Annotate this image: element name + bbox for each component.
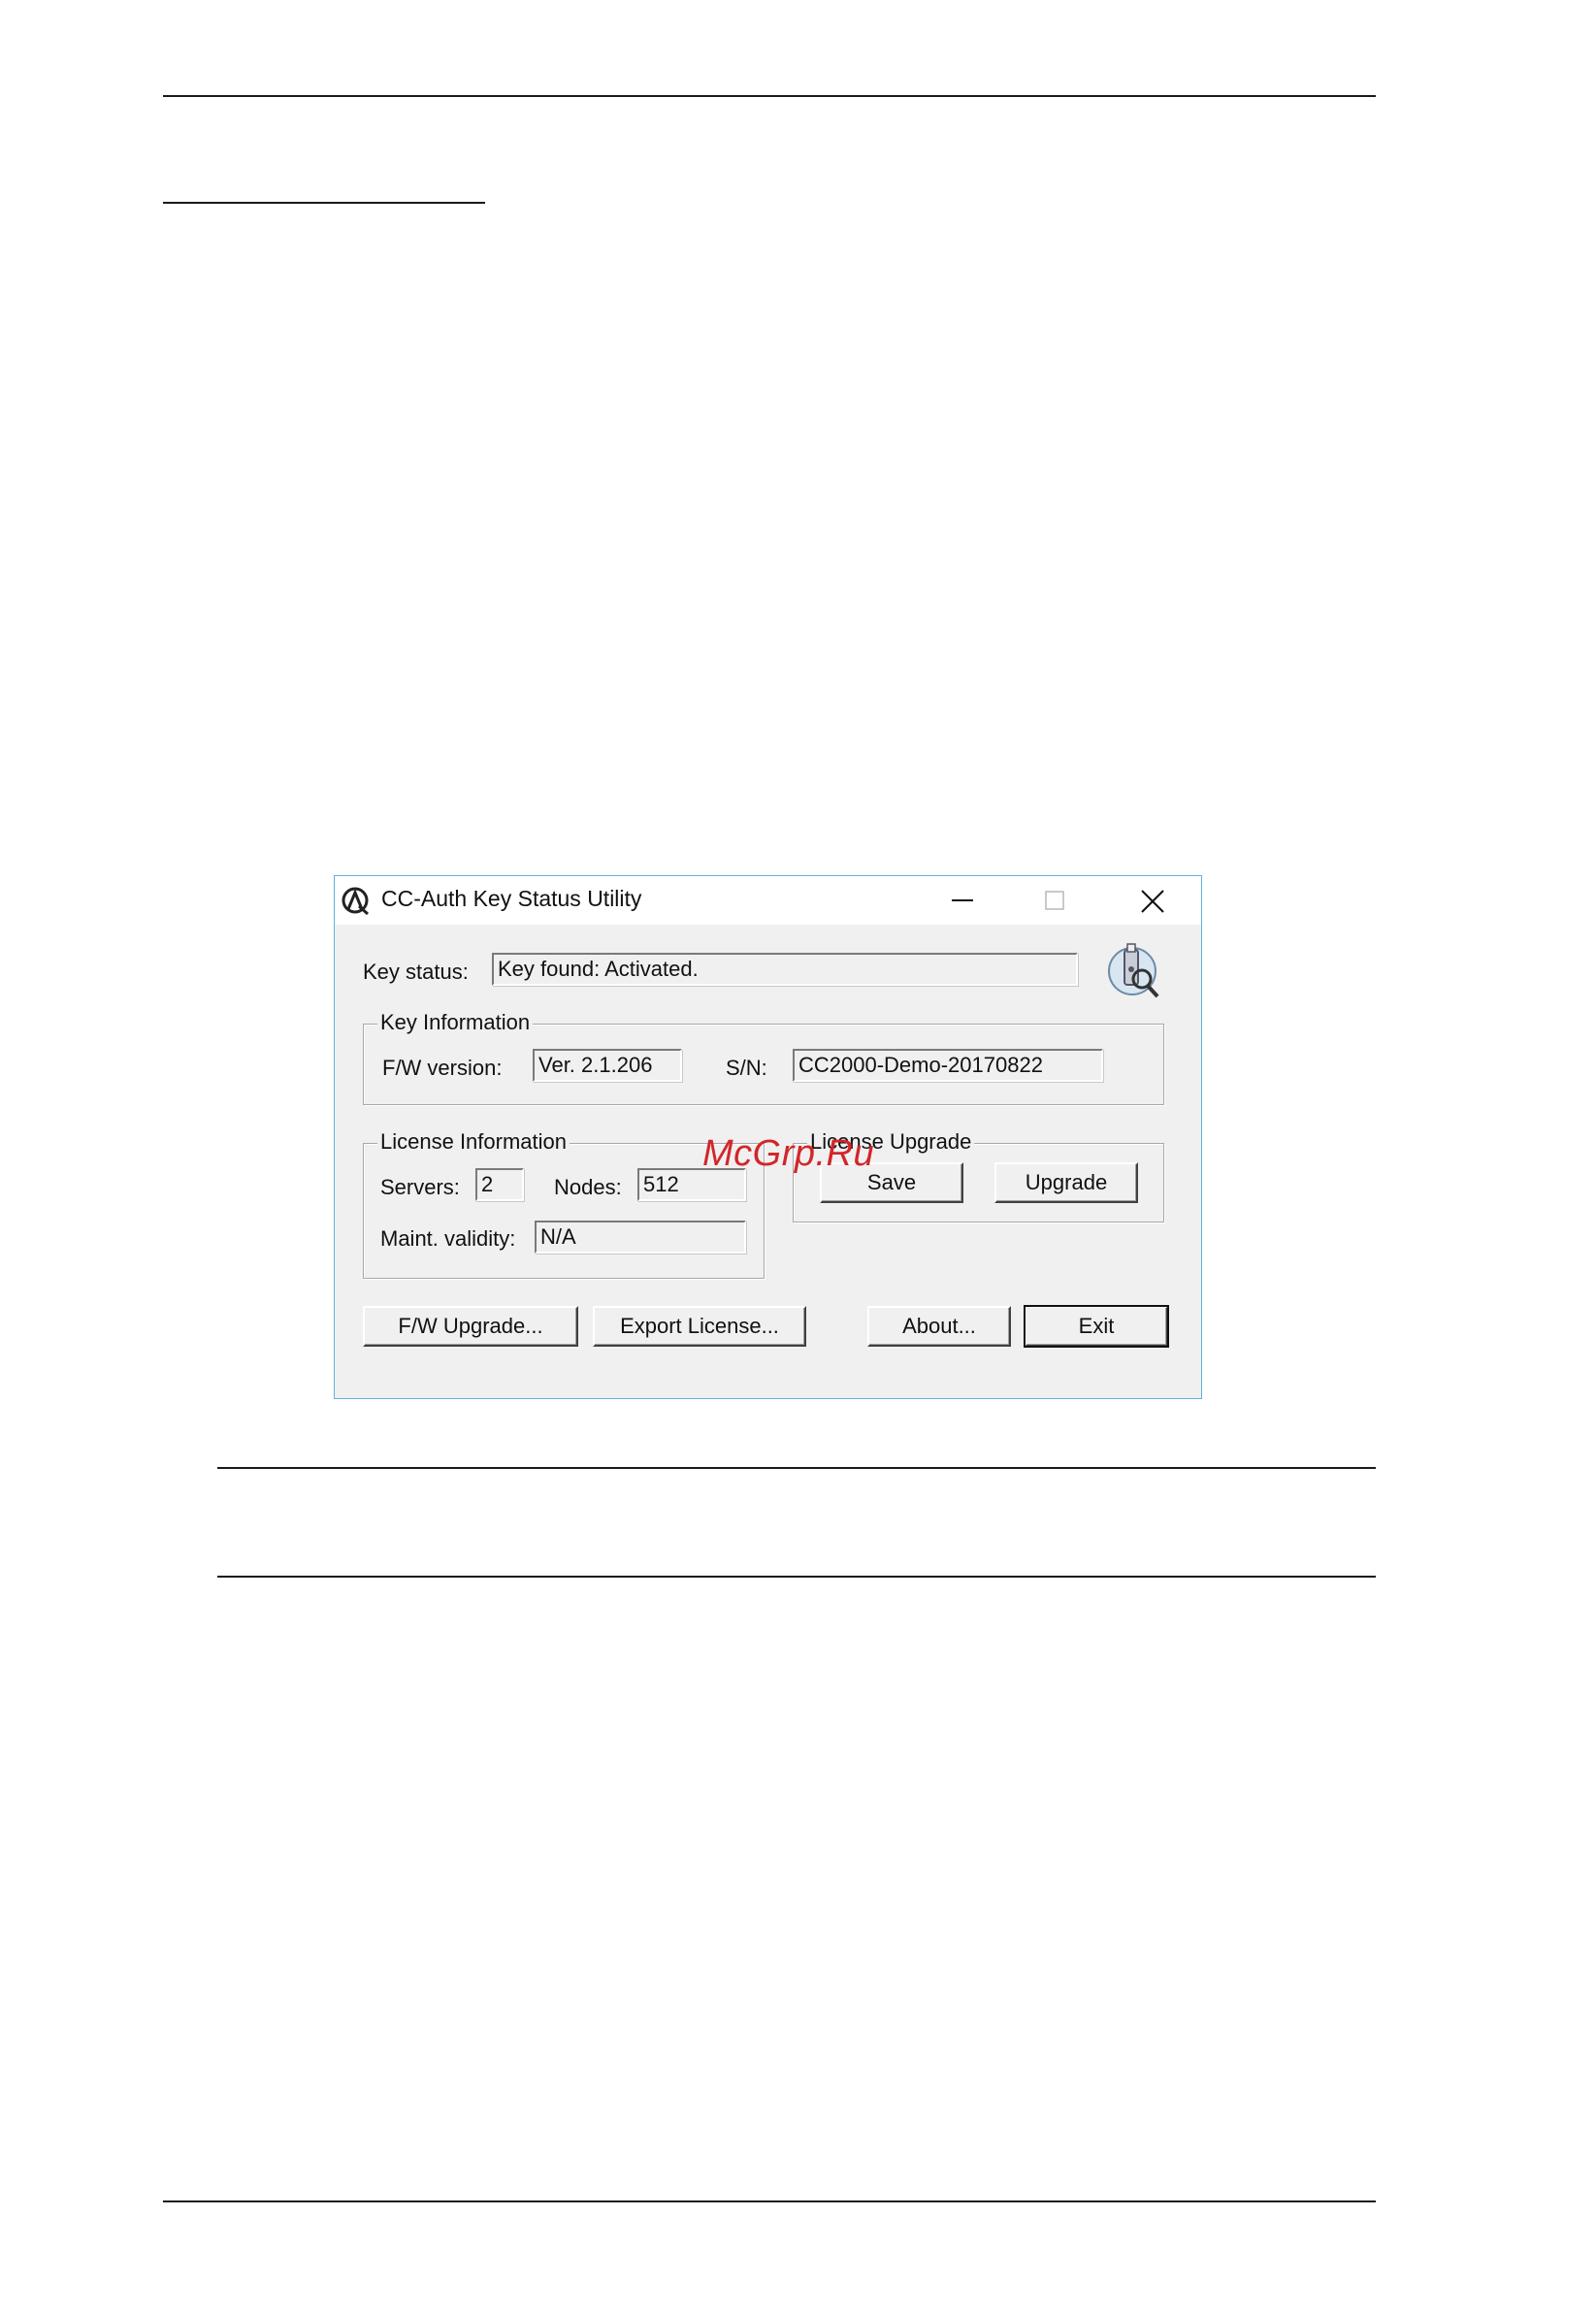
key-status-field: Key found: Activated.: [492, 953, 1078, 986]
close-button[interactable]: [1119, 876, 1187, 925]
fw-version-label: F/W version:: [382, 1056, 503, 1080]
fw-upgrade-button[interactable]: F/W Upgrade...: [363, 1306, 578, 1347]
maximize-button[interactable]: [1021, 876, 1089, 925]
note-rule-top: [217, 1467, 1376, 1469]
minimize-button[interactable]: [928, 876, 996, 925]
exit-button[interactable]: Exit: [1024, 1305, 1169, 1348]
upgrade-button[interactable]: Upgrade: [994, 1162, 1138, 1203]
nodes-label: Nodes:: [554, 1175, 622, 1199]
watermark-text: McGrp.Ru: [702, 1133, 875, 1174]
key-status-label: Key status:: [363, 960, 469, 984]
window-title: CC-Auth Key Status Utility: [381, 886, 642, 911]
footer-rule: [163, 2200, 1376, 2202]
fw-version-field: Ver. 2.1.206: [533, 1049, 682, 1082]
app-logo-icon: [342, 887, 369, 916]
serial-number-field: CC2000-Demo-20170822: [793, 1049, 1103, 1082]
close-icon: [1141, 890, 1164, 913]
about-button[interactable]: About...: [867, 1306, 1011, 1347]
export-license-button[interactable]: Export License...: [593, 1306, 806, 1347]
license-information-title: License Information: [377, 1129, 570, 1155]
usb-key-search-icon: [1108, 943, 1159, 998]
section-heading-underline: [163, 202, 485, 204]
minimize-icon: [952, 899, 973, 901]
servers-label: Servers:: [380, 1175, 460, 1199]
maint-validity-field: N/A: [535, 1221, 746, 1254]
key-information-title: Key Information: [377, 1010, 534, 1035]
servers-field: 2: [475, 1168, 524, 1201]
title-bar[interactable]: CC-Auth Key Status Utility: [335, 876, 1201, 925]
header-rule: [163, 95, 1376, 97]
maint-validity-label: Maint. validity:: [380, 1226, 516, 1251]
maximize-icon: [1045, 891, 1064, 910]
note-rule-bottom: [217, 1576, 1376, 1578]
serial-number-label: S/N:: [726, 1056, 767, 1080]
